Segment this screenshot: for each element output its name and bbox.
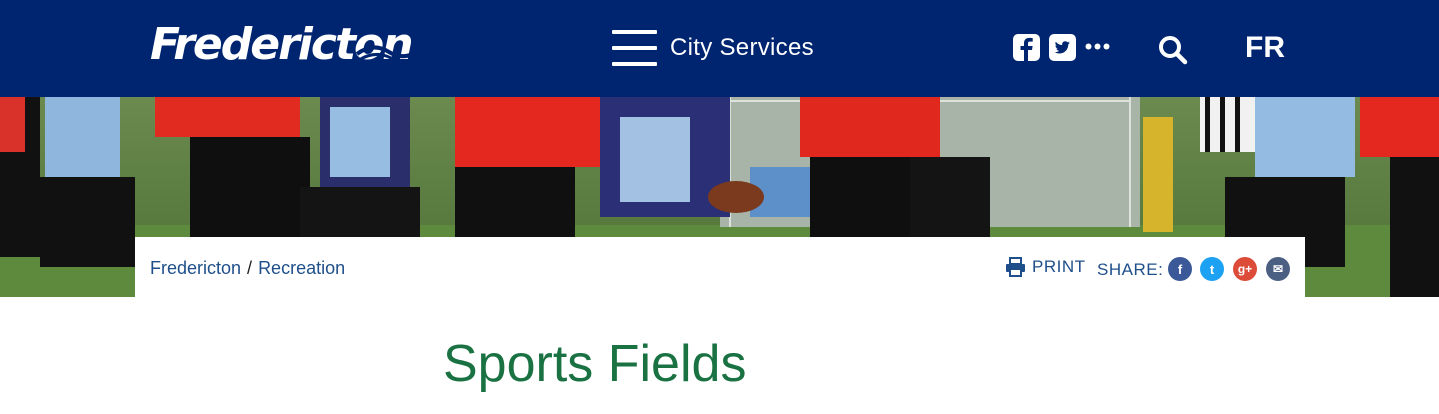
more-icon[interactable]: [1085, 43, 1110, 50]
twitter-icon[interactable]: [1049, 34, 1076, 61]
breadcrumb-item-fredericton[interactable]: Fredericton: [150, 258, 241, 278]
share-twitter-icon[interactable]: t: [1200, 257, 1224, 281]
breadcrumb-item-recreation[interactable]: Recreation: [258, 258, 345, 278]
search-icon[interactable]: [1158, 35, 1188, 65]
logo-wave-icon: [355, 45, 425, 63]
breadcrumb-bar: Fredericton / Recreation PRINT SHARE: f t …: [135, 237, 1305, 297]
site-header: Fredericton City Services FR: [0, 0, 1439, 97]
city-services-menu[interactable]: City Services: [612, 28, 814, 68]
facebook-icon[interactable]: [1013, 34, 1040, 61]
share-label: SHARE:: [1097, 260, 1164, 279]
hamburger-icon[interactable]: [612, 28, 657, 68]
page-title: Sports Fields: [443, 335, 747, 393]
printer-icon: [1006, 257, 1025, 277]
menu-label[interactable]: City Services: [670, 34, 814, 62]
breadcrumb: Fredericton / Recreation: [150, 258, 345, 279]
share-email-icon[interactable]: ✉: [1266, 257, 1290, 281]
print-button[interactable]: PRINT: [1005, 257, 1086, 277]
print-label: PRINT: [1032, 257, 1086, 276]
breadcrumb-separator: /: [247, 258, 253, 278]
share-google-plus-icon[interactable]: g+: [1233, 257, 1257, 281]
language-toggle[interactable]: FR: [1245, 28, 1285, 68]
share-facebook-icon[interactable]: f: [1168, 257, 1192, 281]
